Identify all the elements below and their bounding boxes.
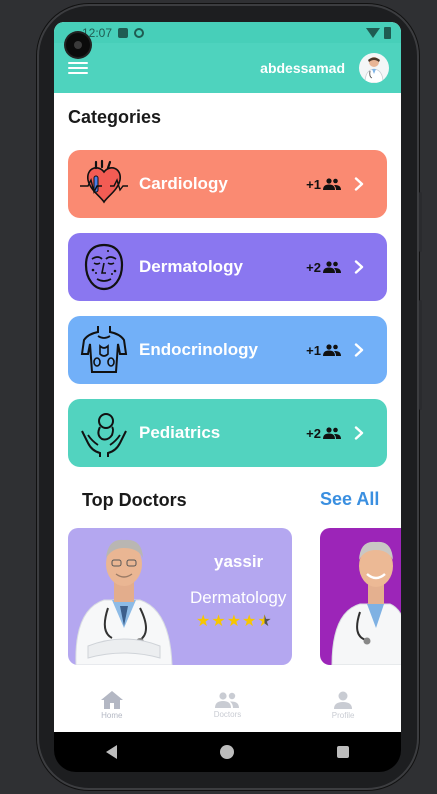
- group-icon: [323, 344, 341, 356]
- nav-profile[interactable]: Profile: [308, 691, 378, 720]
- heart-organ-icon: [80, 159, 128, 204]
- doctor-rating: ★ ★ ★ ★ ★: [196, 614, 272, 630]
- star-icon: ★: [211, 613, 226, 630]
- volume-button: [419, 300, 422, 410]
- category-count: +1: [306, 343, 341, 358]
- half-star-icon: ★: [257, 613, 272, 630]
- group-icon: [323, 427, 341, 439]
- bottom-navigation: Home Doctors Profile: [54, 678, 401, 732]
- menu-icon[interactable]: [68, 62, 88, 74]
- status-bar: 12:07: [54, 22, 401, 43]
- category-card-cardiology[interactable]: Cardiology +1: [68, 150, 387, 218]
- category-card-dermatology[interactable]: Dermatology +2: [68, 233, 387, 301]
- face-skin-icon: [84, 243, 124, 291]
- battery-icon: [384, 26, 391, 39]
- top-doctors-title: Top Doctors: [82, 490, 187, 510]
- app-screen: 12:07 abdessamad Categories Cardiology +…: [54, 22, 401, 732]
- chevron-right-icon[interactable]: [353, 260, 365, 274]
- category-count: +2: [306, 260, 341, 275]
- category-name: Dermatology: [139, 257, 243, 276]
- categories-title: Categories: [68, 107, 162, 127]
- nav-doctors-label: Doctors: [213, 709, 242, 719]
- nav-doctors[interactable]: Doctors: [192, 691, 262, 719]
- doctor-photo: [331, 541, 401, 665]
- chevron-right-icon[interactable]: [353, 177, 365, 191]
- category-name: Cardiology: [139, 174, 228, 193]
- star-icon: ★: [242, 613, 257, 630]
- chevron-right-icon[interactable]: [353, 343, 365, 357]
- doctor-card[interactable]: [320, 528, 401, 665]
- home-icon: [100, 690, 123, 709]
- power-button: [419, 192, 422, 252]
- username: abdessamad: [260, 60, 345, 76]
- group-icon: [323, 178, 341, 190]
- category-name: Pediatrics: [139, 423, 221, 442]
- category-card-pediatrics[interactable]: Pediatrics +2: [68, 399, 387, 467]
- nav-home-label: Home: [101, 710, 123, 720]
- system-navigation-bar: [54, 732, 401, 772]
- doctors-group-icon: [215, 691, 240, 708]
- nav-profile-label: Profile: [331, 710, 355, 720]
- doctor-avatar-icon: [364, 57, 384, 83]
- group-icon: [323, 261, 341, 273]
- sync-icon: [134, 27, 145, 38]
- home-circle-icon[interactable]: [219, 745, 234, 759]
- sd-card-icon: [118, 27, 129, 38]
- star-icon: ★: [226, 613, 242, 630]
- doctor-card[interactable]: yassir Dermatology ★ ★ ★ ★ ★: [68, 528, 292, 665]
- doctor-name: yassir: [214, 552, 264, 571]
- endocrine-system-icon: [80, 326, 128, 373]
- category-name: Endocrinology: [139, 340, 258, 359]
- see-all-link[interactable]: See All: [320, 489, 379, 510]
- chevron-right-icon[interactable]: [353, 426, 365, 440]
- doctor-specialty: Dermatology: [190, 588, 287, 607]
- doctor-photo: [75, 539, 173, 665]
- nav-home[interactable]: Home: [77, 690, 147, 720]
- category-count: +2: [306, 426, 341, 441]
- star-icon: ★: [196, 613, 211, 630]
- app-bar: abdessamad: [54, 43, 401, 93]
- category-count: +1: [306, 177, 341, 192]
- recent-apps-icon[interactable]: [337, 746, 350, 758]
- front-camera: [66, 33, 90, 57]
- category-card-endocrinology[interactable]: Endocrinology +1: [68, 316, 387, 384]
- back-icon[interactable]: [105, 745, 117, 759]
- person-icon: [334, 691, 353, 709]
- baby-hands-icon: [81, 413, 127, 457]
- wifi-icon: [366, 27, 380, 38]
- avatar[interactable]: [359, 53, 389, 83]
